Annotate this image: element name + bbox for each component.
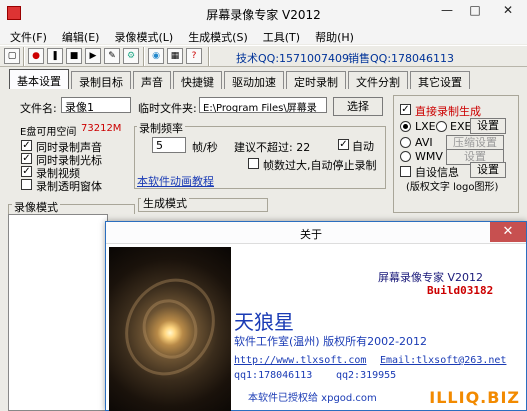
about-copyright: 软件工作室(温州) 版权所有2002-2012 [234, 335, 428, 348]
framerate-group-title: 录制频率 [137, 120, 185, 136]
tab-schedule[interactable]: 定时录制 [286, 71, 346, 89]
watermark-logo: ILLIQ.BIZ [429, 388, 520, 407]
record-list[interactable] [8, 214, 108, 411]
watermark-note: (版权文字 logo图形) [406, 182, 499, 193]
record-transparent-checkbox[interactable] [21, 179, 32, 190]
framerate-input[interactable]: 5 [152, 137, 186, 153]
menu-file[interactable]: 文件(F) [4, 27, 53, 44]
main-window: 屏幕录像专家 V2012 — □ ✕ 文件(F) 编辑(E) 录像模式(L) 生… [0, 0, 527, 411]
about-email-link[interactable]: Email:tlxsoft@263.net [380, 355, 506, 366]
auto-label: 自动 [352, 140, 374, 153]
tutorial-link[interactable]: 本软件动画教程 [137, 173, 214, 189]
about-build: Build03182 [427, 284, 494, 297]
exe-radio[interactable] [436, 121, 447, 132]
tech-qq-text: 技术QQ:1571007409 [236, 52, 350, 65]
tempfolder-input[interactable]: E:\Program Files\屏幕录 [199, 97, 327, 113]
auto-info-checkbox[interactable] [400, 166, 411, 177]
menu-help[interactable]: 帮助(H) [309, 27, 360, 44]
auto-info-settings-button[interactable]: 设置 [470, 162, 506, 178]
filename-label: 文件名: [20, 102, 57, 115]
edit-icon[interactable]: ✎ [104, 48, 120, 64]
disk-space-value: 73212M [81, 123, 122, 134]
suggest-label: 建议不超过: 22 [234, 141, 311, 154]
record-transparent-label: 录制透明窗体 [36, 180, 102, 193]
menu-gen-mode[interactable]: 生成模式(S) [182, 27, 254, 44]
filename-input[interactable]: 录像1 [61, 97, 131, 113]
tab-split[interactable]: 文件分割 [348, 71, 408, 89]
tab-sound[interactable]: 声音 [133, 71, 171, 89]
tab-basic[interactable]: 基本设置 [9, 69, 69, 89]
pause-icon[interactable]: ❚ [47, 48, 63, 64]
record-icon[interactable]: ● [28, 48, 44, 64]
menu-record-mode[interactable]: 录像模式(L) [108, 27, 179, 44]
wmv-label: WMV [415, 150, 443, 163]
menu-tools[interactable]: 工具(T) [257, 27, 306, 44]
new-icon[interactable]: ▢ [4, 48, 20, 64]
about-qq1: qq1:178046113 [234, 370, 313, 381]
play-icon[interactable]: ▶ [85, 48, 101, 64]
auto-stop-checkbox[interactable] [248, 158, 259, 169]
record-video-checkbox[interactable]: ✓ [21, 166, 32, 177]
tool-icon[interactable]: ⚙ [123, 48, 139, 64]
avi-radio[interactable] [400, 137, 411, 148]
tab-record-target[interactable]: 录制目标 [71, 71, 131, 89]
select-folder-button[interactable]: 选择 [333, 97, 383, 116]
framerate-unit: 帧/秒 [192, 141, 218, 154]
about-title: 关于 [300, 228, 322, 241]
record-mode-title: 录像模式 [12, 199, 60, 215]
about-close-button[interactable]: ✕ [490, 222, 526, 242]
avi-label: AVI [415, 136, 433, 149]
tempfolder-label: 临时文件夹: [138, 102, 197, 115]
about-title-bar: 关于 ✕ [106, 222, 526, 244]
settings-tabs: 基本设置 录制目标 声音 快捷键 驱动加速 定时录制 文件分割 其它设置 [9, 69, 472, 89]
close-button[interactable]: ✕ [489, 0, 527, 21]
about-website-link[interactable]: http://www.tlxsoft.com [234, 355, 366, 366]
sales-qq-text: 销售QQ:178046113 [348, 52, 455, 65]
title-bar: 屏幕录像专家 V2012 — □ ✕ [0, 0, 527, 27]
lxe-label: LXE [415, 120, 436, 133]
minimize-button[interactable]: — [433, 0, 461, 21]
globe-icon[interactable]: ◉ [148, 48, 164, 64]
disk-space-label: E盘可用空间 [20, 127, 77, 138]
tab-other[interactable]: 其它设置 [410, 71, 470, 89]
record-sound-checkbox[interactable]: ✓ [21, 140, 32, 151]
layout-icon[interactable]: ▦ [167, 48, 183, 64]
exe-label: EXE [450, 120, 472, 133]
auto-checkbox[interactable]: ✓ [338, 139, 349, 150]
auto-stop-label: 帧数过大,自动停止录制 [263, 159, 377, 172]
stop-icon[interactable]: ■ [66, 48, 82, 64]
wmv-radio[interactable] [400, 151, 411, 162]
gen-mode-title: 生成模式 [141, 195, 189, 211]
about-license: 本软件已授权给 xpgod.com [248, 393, 377, 404]
about-dialog: 关于 ✕ 屏幕录像专家 V2012 Build03182 天狼星 软件工作室(温… [105, 221, 527, 411]
lxe-radio[interactable] [400, 121, 411, 132]
about-qq2: qq2:319955 [336, 370, 397, 381]
maximize-button[interactable]: □ [461, 0, 489, 21]
direct-gen-checkbox[interactable]: ✓ [400, 104, 411, 115]
menu-edit[interactable]: 编辑(E) [56, 27, 106, 44]
toolbar: ▢ ● ❚ ■ ▶ ✎ ⚙ ◉ ▦ ? 技术QQ:1571007409 销售QQ… [0, 45, 527, 67]
galaxy-image [107, 247, 233, 411]
about-brand: 天狼星 [234, 310, 294, 334]
menu-bar: 文件(F) 编辑(E) 录像模式(L) 生成模式(S) 工具(T) 帮助(H) [0, 27, 527, 44]
about-app-name: 屏幕录像专家 V2012 [378, 271, 484, 284]
tab-driver[interactable]: 驱动加速 [224, 71, 284, 89]
record-cursor-checkbox[interactable]: ✓ [21, 153, 32, 164]
lxe-settings-button[interactable]: 设置 [470, 118, 506, 134]
direct-gen-label: 直接录制生成 [415, 105, 481, 118]
tab-hotkeys[interactable]: 快捷键 [173, 71, 222, 89]
help-icon[interactable]: ? [186, 48, 202, 64]
